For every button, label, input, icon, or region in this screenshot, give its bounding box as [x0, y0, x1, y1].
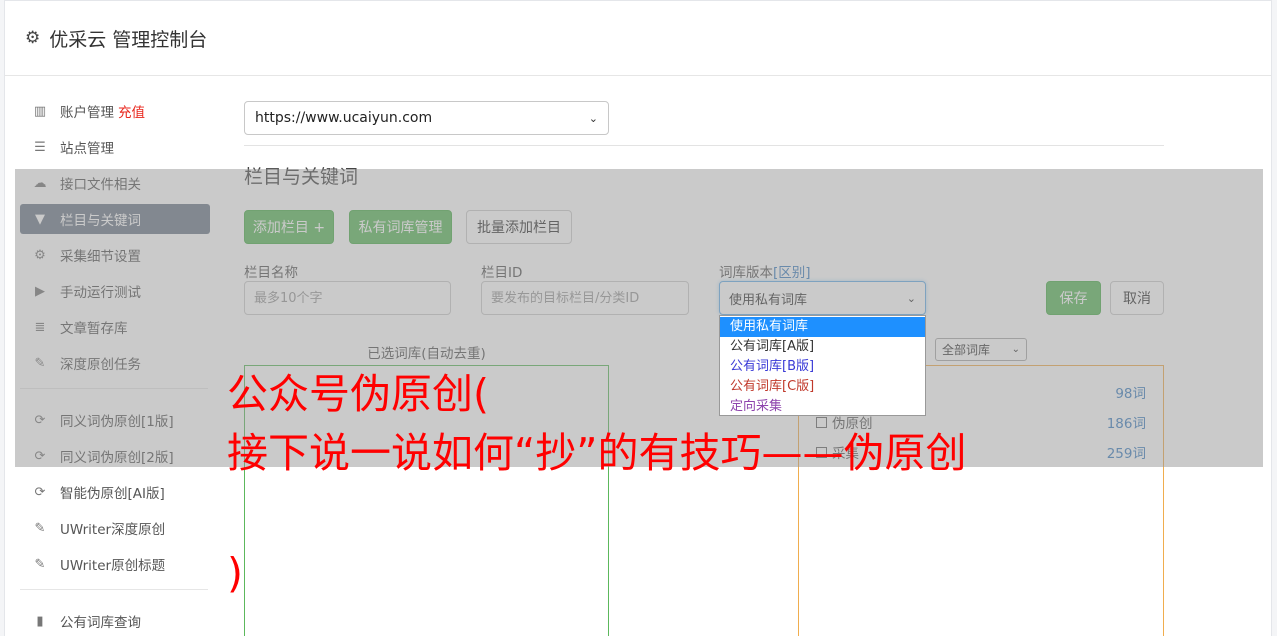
sidebar-item-label: 手动运行测试	[60, 285, 141, 301]
edit-icon: ✎	[34, 556, 46, 572]
version-select[interactable]: 使用私有词库 ⌄	[719, 281, 926, 315]
sidebar-item-manual-run[interactable]: ▶ 手动运行测试	[20, 276, 210, 306]
site-select[interactable]: https://www.ucaiyun.com ⌄	[244, 101, 609, 135]
sidebar-item-account[interactable]: ▥ 账户管理 充值	[20, 96, 210, 126]
cloud-upload-icon: ☁	[33, 175, 47, 191]
filter-icon: ▼	[35, 211, 45, 227]
sidebar-item-public-lib[interactable]: ▮ 公有词库查询	[20, 606, 210, 636]
sidebar-item-synonym-v1[interactable]: ⟳ 同义词伪原创[1版]	[20, 405, 210, 435]
sidebar-item-interface-files[interactable]: ☁ 接口文件相关	[20, 168, 210, 198]
lib-filter-select[interactable]: 全部词库 ⌄	[935, 338, 1027, 361]
sidebar-item-ai-rewrite[interactable]: ⟳ 智能伪原创[AI版]	[20, 477, 210, 507]
lib-row-count: 98词	[1115, 386, 1146, 402]
sidebar-item-label: 栏目与关键词	[60, 213, 141, 229]
page-header: ⚙ 优采云 管理控制台	[5, 1, 1271, 76]
site-select-value: https://www.ucaiyun.com	[255, 110, 433, 126]
sidebar-divider	[20, 388, 208, 389]
sidebar-item-label: 智能伪原创[AI版]	[60, 486, 165, 502]
section-title: 栏目与关键词	[244, 166, 359, 188]
batch-add-button[interactable]: 批量添加栏目	[466, 210, 572, 244]
sidebar-item-sites[interactable]: ☰ 站点管理	[20, 132, 210, 162]
column-name-input[interactable]	[244, 281, 451, 315]
selected-lib-caption: 已选词库(自动去重)	[367, 346, 486, 362]
sidebar-item-label: UWriter深度原创	[60, 522, 166, 538]
banner-line-3: )	[227, 549, 243, 597]
dropdown-option-targeted[interactable]: 定向采集	[720, 397, 925, 417]
edit-icon: ✎	[34, 520, 46, 536]
page-title: 优采云 管理控制台	[49, 28, 208, 51]
lib-row-count: 186词	[1106, 416, 1146, 432]
sidebar-item-label: 文章暂存库	[60, 321, 128, 337]
refresh-icon: ⟳	[34, 484, 46, 500]
sidebar-item-deep-original[interactable]: ✎ 深度原创任务	[20, 348, 210, 378]
version-select-value: 使用私有词库	[729, 292, 808, 308]
database-icon: ≣	[34, 319, 46, 335]
sidebar-item-label: 采集细节设置	[60, 249, 141, 265]
sidebar-item-article-storage[interactable]: ≣ 文章暂存库	[20, 312, 210, 342]
save-button[interactable]: 保存	[1046, 281, 1101, 315]
recharge-link[interactable]: 充值	[118, 101, 145, 121]
section-divider	[244, 145, 1164, 146]
sidebar-item-label: 接口文件相关	[60, 177, 141, 193]
version-label-text: 词库版本	[719, 265, 773, 281]
dropdown-option-private[interactable]: 使用私有词库	[720, 317, 925, 337]
gear-icon: ⚙	[25, 27, 41, 48]
chevron-down-icon: ⌄	[588, 111, 598, 125]
play-circle-icon: ▶	[35, 283, 45, 299]
sidebar-item-label: UWriter原创标题	[60, 558, 166, 574]
sidebar-item-columns-keywords[interactable]: ▼ 栏目与关键词	[20, 204, 210, 234]
sidebar-divider	[20, 589, 208, 590]
sidebar: ▥ 账户管理 充值 ☰ 站点管理 ☁ 接口文件相关 ▼ 栏目与关键词 ⚙ 采集细…	[20, 96, 210, 636]
chevron-down-icon: ⌄	[906, 291, 916, 305]
sidebar-item-label: 同义词伪原创[1版]	[60, 414, 174, 430]
sidebar-item-label: 站点管理	[60, 141, 114, 157]
sidebar-item-uwriter-deep[interactable]: ✎ UWriter深度原创	[20, 513, 210, 543]
dropdown-option-public-c[interactable]: 公有词库[C版]	[720, 377, 925, 397]
dropdown-option-public-b[interactable]: 公有词库[B版]	[720, 357, 925, 377]
lib-filter-value: 全部词库	[942, 343, 991, 357]
sidebar-item-synonym-v2[interactable]: ⟳ 同义词伪原创[2版]	[20, 441, 210, 471]
lib-row-count: 259词	[1106, 446, 1146, 462]
sidebar-item-label: 同义词伪原创[2版]	[60, 450, 174, 466]
version-label: 词库版本[区别]	[719, 261, 811, 281]
sidebar-item-label: 深度原创任务	[60, 357, 141, 373]
sidebar-item-uwriter-title[interactable]: ✎ UWriter原创标题	[20, 549, 210, 579]
dropdown-option-public-a[interactable]: 公有词库[A版]	[720, 337, 925, 357]
column-id-label: 栏目ID	[481, 265, 523, 281]
refresh-icon: ⟳	[34, 412, 46, 428]
cancel-button[interactable]: 取消	[1110, 281, 1164, 315]
banner-line-2: 接下说一说如何“抄”的有技巧——伪原创	[227, 429, 967, 477]
column-id-input[interactable]	[481, 281, 689, 315]
lib-row-checkbox[interactable]	[816, 416, 827, 428]
chevron-down-icon: ⌄	[1011, 344, 1020, 355]
book-icon: ▮	[36, 613, 44, 629]
add-column-button[interactable]: 添加栏目 +	[244, 210, 334, 244]
sidebar-item-label: 公有词库查询	[60, 615, 141, 631]
sidebar-item-label: 账户管理	[60, 105, 114, 121]
banner-line-1: 公众号伪原创(	[227, 370, 489, 418]
bar-chart-icon: ▥	[33, 103, 47, 119]
version-dropdown: 使用私有词库 公有词库[A版] 公有词库[B版] 公有词库[C版] 定向采集	[719, 315, 926, 416]
column-name-label: 栏目名称	[244, 265, 298, 281]
version-diff-link[interactable]: [区别]	[773, 265, 811, 281]
server-icon: ☰	[34, 139, 46, 155]
private-lib-button[interactable]: 私有词库管理	[349, 210, 452, 244]
edit-icon: ✎	[34, 355, 46, 371]
sidebar-item-collect-settings[interactable]: ⚙ 采集细节设置	[20, 240, 210, 270]
refresh-icon: ⟳	[34, 448, 46, 464]
gears-icon: ⚙	[34, 247, 46, 263]
